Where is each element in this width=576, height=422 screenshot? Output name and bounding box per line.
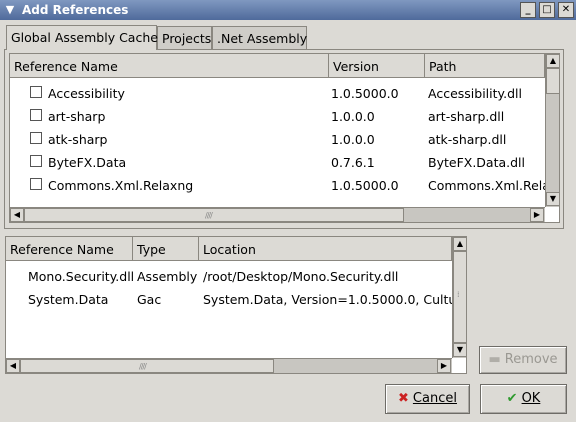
selected-row-system-data[interactable]: System.Data Gac System.Data, Version=1.0… — [6, 288, 452, 311]
tab-global-assembly-cache[interactable]: Global Assembly Cache — [6, 25, 158, 50]
scroll-right-icon[interactable]: ▶ — [530, 208, 544, 222]
column-header-reference-name[interactable]: Reference Name — [6, 237, 133, 261]
ok-check-icon: ✔ — [506, 391, 518, 406]
scroll-right-icon[interactable]: ▶ — [437, 359, 451, 373]
selected-vertical-scroll-thumb[interactable]: ⁞ — [453, 251, 466, 343]
reference-path: Accessibility.dll — [428, 86, 522, 101]
selected-vertical-scrollbar[interactable]: ▲ ⁞ ▼ — [452, 237, 466, 358]
scroll-up-icon[interactable]: ▲ — [546, 54, 559, 68]
reference-checkbox[interactable] — [30, 86, 42, 98]
reference-name: System.Data — [28, 292, 109, 307]
reference-path: art-sharp.dll — [428, 109, 505, 124]
reference-name: Commons.Xml.Relaxng — [48, 178, 194, 193]
scroll-left-icon[interactable]: ◀ — [6, 359, 20, 373]
gac-tab-panel: Reference Name Version Path Accessibilit… — [4, 49, 564, 229]
selected-row-mono-security[interactable]: Mono.Security.dll Assembly /root/Desktop… — [6, 265, 452, 288]
gac-row-commons-xml-relaxng[interactable]: Commons.Xml.Relaxng 1.0.5000.0 Commons.X… — [10, 174, 559, 197]
reference-path: ByteFX.Data.dll — [428, 155, 525, 170]
window-menu-icon[interactable]: ▼ — [2, 2, 18, 18]
reference-checkbox[interactable] — [30, 178, 42, 190]
gac-vertical-scrollbar[interactable]: ▲ ▼ — [545, 54, 559, 207]
column-header-type[interactable]: Type — [133, 237, 199, 261]
reference-type: Gac — [137, 292, 162, 307]
reference-location: System.Data, Version=1.0.5000.0, Culture… — [203, 292, 452, 307]
column-header-location[interactable]: Location — [199, 237, 452, 261]
scroll-down-icon[interactable]: ▼ — [546, 192, 559, 206]
column-header-version[interactable]: Version — [329, 54, 425, 78]
reference-name: Mono.Security.dll — [28, 269, 133, 284]
selected-references-list[interactable]: Reference Name Type Location Mono.Securi… — [5, 236, 467, 374]
scroll-grip-icon: //// — [139, 362, 147, 371]
reference-name: Accessibility — [48, 86, 125, 101]
reference-name: ByteFX.Data — [48, 155, 127, 170]
gac-reference-list[interactable]: Reference Name Version Path Accessibilit… — [9, 53, 560, 223]
remove-button[interactable]: ▬ Remove — [479, 346, 567, 374]
selected-horizontal-scrollbar[interactable]: ◀ //// ▶ — [6, 358, 452, 373]
reference-checkbox[interactable] — [30, 132, 42, 144]
gac-row-art-sharp[interactable]: art-sharp 1.0.0.0 art-sharp.dll — [10, 105, 559, 128]
gac-row-accessibility[interactable]: Accessibility 1.0.5000.0 Accessibility.d… — [10, 82, 559, 105]
remove-label: Remove — [504, 352, 558, 367]
scroll-grip-icon: ⁞ — [457, 290, 459, 299]
reference-path: Commons.Xml.Relaxng.dll — [428, 178, 545, 193]
close-icon[interactable]: ✕ — [558, 2, 574, 18]
column-header-path[interactable]: Path — [425, 54, 545, 78]
reference-version: 0.7.6.1 — [331, 155, 375, 170]
window-title: Add References — [22, 3, 129, 17]
remove-icon: ▬ — [488, 352, 501, 367]
ok-label: OK — [521, 391, 541, 406]
tab-net-assembly[interactable]: .Net Assembly — [212, 26, 307, 50]
reference-location: /root/Desktop/Mono.Security.dll — [203, 269, 399, 284]
scroll-up-icon[interactable]: ▲ — [453, 237, 466, 251]
ok-button[interactable]: ✔ OK — [480, 384, 567, 414]
cancel-label: Cancel — [412, 391, 457, 406]
cancel-x-icon: ✖ — [398, 391, 409, 406]
reference-version: 1.0.0.0 — [331, 132, 375, 147]
reference-name: atk-sharp — [48, 132, 108, 147]
gac-row-bytefx-data[interactable]: ByteFX.Data 0.7.6.1 ByteFX.Data.dll — [10, 151, 559, 174]
minimize-icon[interactable]: _ — [520, 2, 536, 18]
gac-vertical-scroll-thumb[interactable] — [546, 68, 559, 94]
cancel-button[interactable]: ✖ Cancel — [385, 384, 470, 414]
reference-checkbox[interactable] — [30, 109, 42, 121]
reference-version: 1.0.5000.0 — [331, 178, 399, 193]
reference-version: 1.0.5000.0 — [331, 86, 399, 101]
reference-type: Assembly — [137, 269, 198, 284]
tab-projects[interactable]: Projects — [157, 26, 212, 50]
gac-row-atk-sharp[interactable]: atk-sharp 1.0.0.0 atk-sharp.dll — [10, 128, 559, 151]
reference-version: 1.0.0.0 — [331, 109, 375, 124]
maximize-icon[interactable]: □ — [539, 2, 555, 18]
title-bar: ▼ Add References _ □ ✕ — [0, 0, 576, 20]
scroll-left-icon[interactable]: ◀ — [10, 208, 24, 222]
selected-horizontal-scroll-thumb[interactable]: //// — [20, 359, 274, 373]
reference-name: art-sharp — [48, 109, 106, 124]
gac-horizontal-scrollbar[interactable]: ◀ //// ▶ — [10, 207, 545, 222]
scroll-grip-icon: //// — [205, 211, 213, 220]
scroll-down-icon[interactable]: ▼ — [453, 343, 466, 357]
column-header-reference-name[interactable]: Reference Name — [10, 54, 329, 78]
gac-horizontal-scroll-thumb[interactable]: //// — [24, 208, 404, 222]
reference-checkbox[interactable] — [30, 155, 42, 167]
reference-path: atk-sharp.dll — [428, 132, 507, 147]
